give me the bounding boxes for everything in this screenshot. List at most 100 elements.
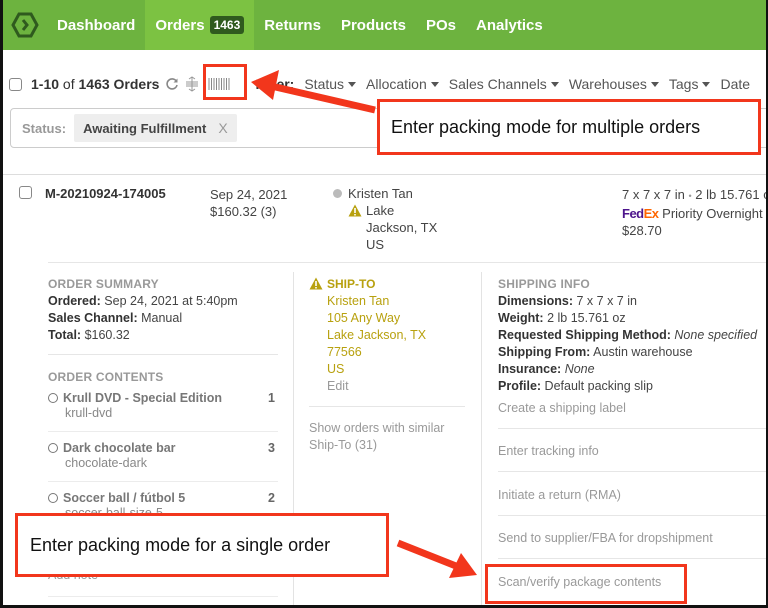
ship-to-title: SHIP-TO xyxy=(327,277,376,291)
from-label: Shipping From: xyxy=(498,345,591,359)
shipping-info-section: SHIPPING INFO Dimensions: 7 x 7 x 7 in W… xyxy=(498,276,766,395)
fedex-logo: FedEx xyxy=(622,206,659,221)
customer-name: Kristen Tan xyxy=(348,186,413,201)
filter-status[interactable]: Status xyxy=(304,76,357,92)
radio-icon[interactable] xyxy=(48,443,58,453)
order-of: of xyxy=(62,76,75,92)
initiate-return-link[interactable]: Initiate a return (RMA) xyxy=(498,488,621,502)
action-divider xyxy=(498,558,766,559)
item-sku: krull-dvd xyxy=(65,406,113,420)
weight-value: 2 lb 15.761 oz xyxy=(547,311,626,325)
callout-multiple-text: Enter packing mode for multiple orders xyxy=(391,116,701,137)
caret-down-icon xyxy=(702,81,711,87)
refresh-icon[interactable] xyxy=(165,77,179,91)
dropship-link[interactable]: Send to supplier/FBA for dropshipment xyxy=(498,531,713,545)
item-qty: 2 xyxy=(268,491,275,505)
item-name[interactable]: Soccer ball / fútbol 5 xyxy=(63,491,185,505)
nav-returns-label: Returns xyxy=(264,16,321,34)
create-shipping-label-link[interactable]: Create a shipping label xyxy=(498,401,626,415)
enter-tracking-link[interactable]: Enter tracking info xyxy=(498,444,599,458)
status-chip-label: Awaiting Fulfillment xyxy=(83,120,207,136)
from-value: Austin warehouse xyxy=(593,345,693,359)
expand-arrows-icon[interactable] xyxy=(185,76,199,92)
caret-down-icon xyxy=(430,81,439,87)
item-name[interactable]: Dark chocolate bar xyxy=(63,441,176,455)
insurance-label: Insurance: xyxy=(498,362,562,376)
nav-returns[interactable]: Returns xyxy=(254,0,331,50)
order-row-checkbox[interactable] xyxy=(19,186,32,199)
filter-allocation[interactable]: Allocation xyxy=(366,76,439,92)
column-divider xyxy=(481,272,482,605)
customer-city-1: Lake xyxy=(366,203,395,218)
radio-icon[interactable] xyxy=(48,493,58,503)
filter-date[interactable]: Date xyxy=(720,76,750,92)
fedex-ex: Ex xyxy=(643,206,659,221)
edit-address-link[interactable]: Edit xyxy=(327,378,426,395)
radio-icon[interactable] xyxy=(48,393,58,403)
total-value: $160.32 xyxy=(84,328,130,342)
status-filter-label: Status: xyxy=(22,120,67,136)
shipping-info-title: SHIPPING INFO xyxy=(498,277,590,291)
item-divider xyxy=(48,596,278,597)
separator-dot: • xyxy=(688,191,692,201)
order-line-item: Dark chocolate bar chocolate-dark 3 xyxy=(48,441,278,472)
ship-rate: $28.70 xyxy=(622,223,662,238)
orders-count-badge: 1463 xyxy=(209,16,245,34)
fedex-fed: Fed xyxy=(622,206,644,221)
nav-products[interactable]: Products xyxy=(331,0,416,50)
status-dot-icon xyxy=(333,189,342,198)
dims-value: 7 x 7 x 7 in xyxy=(576,294,637,308)
ship-to-title-row: SHIP-TO xyxy=(309,276,426,293)
nav-orders[interactable]: Orders 1463 xyxy=(145,0,255,50)
sales-channel-row: Sales Channel: Manual xyxy=(48,310,283,327)
ordered-label: Ordered: xyxy=(48,294,101,308)
insurance-value: None xyxy=(564,362,595,376)
profile-label: Profile: xyxy=(498,379,542,393)
customer-city-2: Jackson, TX xyxy=(366,220,438,235)
ordered-row: Ordered: Sep 24, 2021 at 5:40pm xyxy=(48,293,283,310)
detail-divider xyxy=(48,262,766,263)
select-all-checkbox[interactable] xyxy=(9,77,22,91)
filter-warehouses[interactable]: Warehouses xyxy=(569,76,659,92)
order-line-item: Krull DVD - Special Edition krull-dvd 1 xyxy=(48,391,278,422)
item-sku: chocolate-dark xyxy=(65,456,147,470)
nav-pos-label: POs xyxy=(425,16,456,34)
ship-to-city: Lake Jackson, TX xyxy=(327,328,427,342)
nav-analytics-label: Analytics xyxy=(475,16,543,34)
order-contents-title: ORDER CONTENTS xyxy=(48,370,164,384)
callout-single-order: Enter packing mode for a single order xyxy=(15,513,389,577)
nav-dashboard[interactable]: Dashboard xyxy=(47,0,145,50)
sales-channel-value: Manual xyxy=(141,311,183,325)
row-divider xyxy=(3,174,766,175)
caret-down-icon xyxy=(348,81,357,87)
app-logo[interactable] xyxy=(3,0,47,50)
item-divider xyxy=(48,481,278,482)
ship-to-zip: 77566 xyxy=(327,345,362,359)
dims-label: Dimensions: xyxy=(498,294,574,308)
method-value: None specified xyxy=(674,328,758,342)
barcode-highlight-box xyxy=(203,64,247,100)
filter-allocation-label: Allocation xyxy=(366,76,427,92)
similar-ship-to-link[interactable]: Show orders with similar Ship-To (31) xyxy=(309,420,459,454)
top-nav: Dashboard Orders 1463 Returns Products P… xyxy=(3,0,766,50)
section-divider xyxy=(309,406,465,407)
filter-sales-channels[interactable]: Sales Channels xyxy=(449,76,559,92)
filter-label: Filter: xyxy=(255,76,295,92)
callout-multiple-orders: Enter packing mode for multiple orders xyxy=(377,99,761,155)
nav-analytics[interactable]: Analytics xyxy=(466,0,553,50)
action-divider xyxy=(498,428,766,429)
filter-tags[interactable]: Tags xyxy=(669,76,711,92)
nav-dashboard-label: Dashboard xyxy=(57,16,136,34)
orders-toolbar: 1-10 of 1463 Orders Filter: Status Alloc… xyxy=(3,70,766,98)
item-name[interactable]: Krull DVD - Special Edition xyxy=(63,391,222,405)
item-qty: 3 xyxy=(268,441,275,455)
order-id-link[interactable]: M-20210924-174005 xyxy=(45,186,166,201)
callout-single-text: Enter packing mode for a single order xyxy=(30,534,331,555)
nav-pos[interactable]: POs xyxy=(416,0,466,50)
caret-down-icon xyxy=(550,81,559,87)
customer-country: US xyxy=(366,237,385,252)
scan-highlight-box xyxy=(485,564,687,604)
ship-to-name: Kristen Tan xyxy=(327,294,390,308)
remove-filter-icon[interactable]: X xyxy=(218,120,227,136)
filter-tags-label: Tags xyxy=(668,76,699,92)
